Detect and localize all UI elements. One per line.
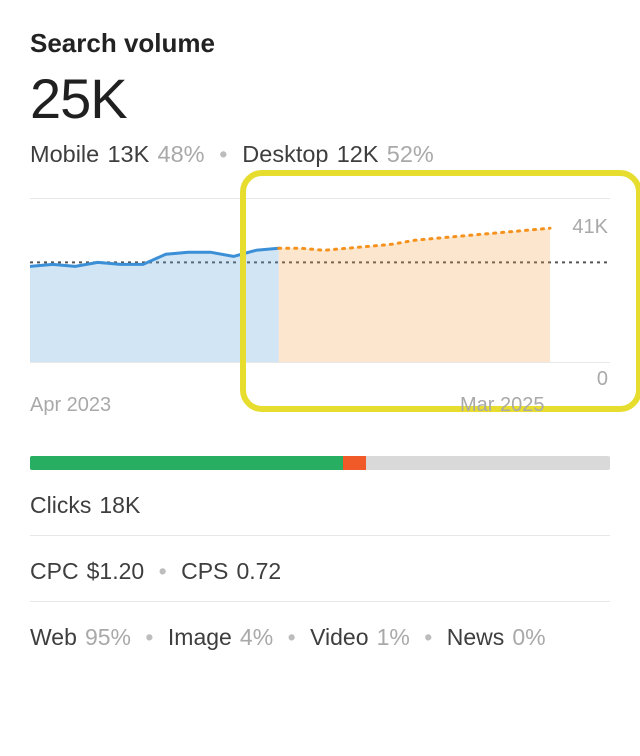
y-axis-min-label: 0 (597, 368, 608, 391)
traffic-split-row: Web 95% • Image 4% • Video 1% • News 0% (30, 602, 610, 667)
image-label: Image (168, 624, 232, 651)
bar-segment-grey (366, 456, 610, 470)
chart-top-rule (30, 198, 610, 199)
video-label: Video (310, 624, 368, 651)
web-pct: 95% (85, 624, 131, 651)
desktop-pct: 52% (387, 141, 434, 168)
dot-separator-icon: • (139, 624, 160, 651)
dot-separator-icon: • (281, 624, 302, 651)
news-pct: 0% (512, 624, 545, 651)
volume-trend-chart: 41K 0 (30, 198, 610, 388)
mobile-value: 13K (107, 141, 149, 168)
section-title: Search volume (30, 28, 610, 59)
mobile-label: Mobile (30, 141, 99, 168)
x-axis-labels: Apr 2023 Mar 2025 (30, 394, 610, 422)
x-axis-start-label: Apr 2023 (30, 394, 111, 417)
cpc-value: $1.20 (87, 558, 145, 585)
cpc-cps-row: CPC $1.20 • CPS 0.72 (30, 536, 610, 602)
mobile-pct: 48% (158, 141, 205, 168)
chart-bottom-rule (30, 362, 610, 363)
clicks-row: Clicks 18K (30, 470, 610, 536)
dot-separator-icon: • (152, 558, 173, 585)
cpc-label: CPC (30, 558, 79, 585)
news-label: News (447, 624, 505, 651)
seo-difficulty-bar (30, 456, 610, 470)
web-label: Web (30, 624, 77, 651)
clicks-value: 18K (99, 492, 140, 519)
bar-segment-orange (343, 456, 366, 470)
bar-segment-green (30, 456, 343, 470)
clicks-label: Clicks (30, 492, 91, 519)
y-axis-max-label: 41K (572, 216, 608, 239)
device-split-line: Mobile 13K 48% • Desktop 12K 52% (30, 141, 610, 168)
dot-separator-icon: • (418, 624, 439, 651)
desktop-value: 12K (337, 141, 379, 168)
cps-value: 0.72 (236, 558, 281, 585)
dot-separator-icon: • (213, 141, 234, 168)
cps-label: CPS (181, 558, 228, 585)
x-axis-end-label: Mar 2025 (460, 394, 545, 417)
image-pct: 4% (240, 624, 273, 651)
chart-svg (30, 198, 610, 388)
desktop-label: Desktop (242, 141, 328, 168)
video-pct: 1% (377, 624, 410, 651)
total-volume: 25K (30, 71, 610, 127)
